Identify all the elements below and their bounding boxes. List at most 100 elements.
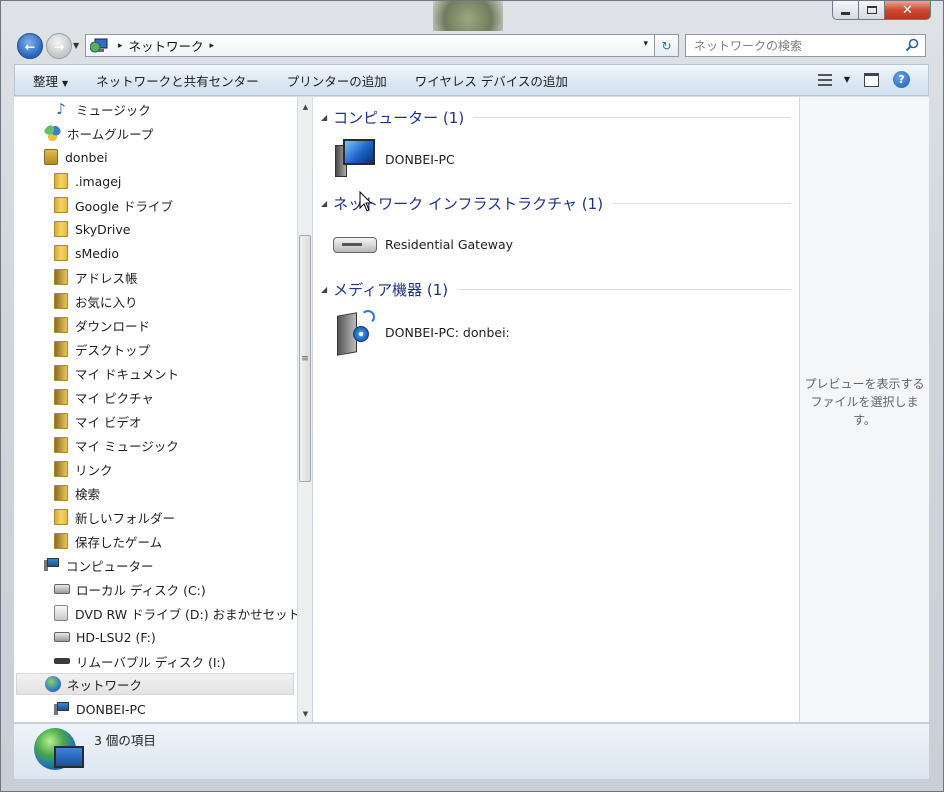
folder-icon <box>54 245 68 261</box>
nav-item-imagej[interactable]: .imagej <box>54 170 121 192</box>
preview-pane: プレビューを表示するファイルを選択します。 <box>799 97 929 722</box>
preview-pane-icon[interactable] <box>864 72 879 87</box>
breadcrumb-separator-end[interactable]: ▸ <box>210 41 215 51</box>
item-donbei-pc[interactable]: DONBEI-PC <box>333 139 455 179</box>
mouse-cursor-icon <box>359 191 373 212</box>
nav-item-label: 検索 <box>75 486 101 502</box>
videos-folder-icon <box>54 413 68 429</box>
monitor-icon <box>54 746 84 768</box>
nav-item-new-folder[interactable]: 新しいフォルダー <box>54 506 175 528</box>
address-bar[interactable]: ▸ ネットワーク ▸ ▾ <box>85 34 655 57</box>
nav-item-music[interactable]: ♪ ミュージック <box>54 98 151 120</box>
nav-item-label: DVD RW ドライブ (D:) おまかせセット <box>75 606 297 622</box>
nav-item-removable-disk-i[interactable]: リムーバブル ディスク (I:) <box>54 650 226 672</box>
nav-item-google-drive[interactable]: Google ドライブ <box>54 194 173 216</box>
nav-item-links[interactable]: リンク <box>54 458 113 480</box>
search-icon[interactable] <box>905 38 919 52</box>
explorer-window: ✕ ← → ▼ ▸ ネットワーク ▸ ▾ ↻ 整理▼ ネットワークと共有センター <box>0 0 944 792</box>
group-header-computer[interactable]: ◢ コンピューター (1) <box>321 106 791 128</box>
minimize-icon <box>841 11 850 15</box>
breadcrumb-separator[interactable]: ▸ <box>118 41 123 51</box>
group-header-media-devices[interactable]: ◢ メディア機器 (1) <box>321 278 791 300</box>
address-history-dropdown[interactable]: ▾ <box>643 39 648 49</box>
downloads-folder-icon <box>54 317 68 333</box>
nav-item-saved-games[interactable]: 保存したゲーム <box>54 530 162 552</box>
collapse-icon[interactable]: ◢ <box>321 113 327 122</box>
minimize-button[interactable] <box>832 1 859 20</box>
scroll-thumb[interactable]: ≡ <box>299 235 311 482</box>
collapse-icon[interactable]: ◢ <box>321 199 327 208</box>
computer-icon <box>44 558 60 572</box>
network-icon <box>89 38 108 54</box>
nav-item-dvd-drive-d[interactable]: DVD RW ドライブ (D:) おまかせセット <box>54 602 297 624</box>
nav-item-searches[interactable]: 検索 <box>54 482 100 504</box>
nav-item-label: sMedio <box>75 245 120 261</box>
group-divider <box>474 116 791 118</box>
maximize-button[interactable] <box>859 1 885 20</box>
scroll-down-button[interactable]: ▼ <box>298 706 313 721</box>
saved-games-folder-icon <box>54 533 68 549</box>
nav-item-label: donbei <box>65 149 108 165</box>
nav-item-donbei[interactable]: donbei <box>44 146 108 168</box>
add-printer-button[interactable]: プリンターの追加 <box>273 71 401 90</box>
nav-item-skydrive[interactable]: SkyDrive <box>54 218 130 240</box>
close-button[interactable]: ✕ <box>885 1 931 20</box>
desktop-folder-icon <box>54 341 68 357</box>
dvd-drive-icon <box>54 605 68 621</box>
item-donbei-pc-media[interactable]: DONBEI-PC: donbei: <box>333 308 510 356</box>
change-view-button[interactable]: ▼ <box>817 73 850 87</box>
folder-icon <box>54 173 68 189</box>
nav-item-my-music[interactable]: マイ ミュージック <box>54 434 179 456</box>
user-folder-icon <box>44 149 58 165</box>
nav-item-label: 保存したゲーム <box>75 534 163 550</box>
nav-item-network[interactable]: ネットワーク <box>16 673 294 695</box>
group-title: メディア機器 (1) <box>333 280 449 299</box>
nav-item-label: ダウンロード <box>75 318 151 334</box>
search-box[interactable] <box>685 34 926 57</box>
item-residential-gateway[interactable]: Residential Gateway <box>333 233 513 255</box>
add-wireless-device-button[interactable]: ワイヤレス デバイスの追加 <box>401 71 582 90</box>
navigation-scrollbar[interactable]: ▲ ≡ ▼ <box>297 97 312 722</box>
nav-item-desktop[interactable]: デスクトップ <box>54 338 150 360</box>
chevron-down-icon[interactable]: ▼ <box>844 75 850 84</box>
breadcrumb-network[interactable]: ネットワーク <box>129 36 204 55</box>
nav-item-hd-lsu2-f[interactable]: HD-LSU2 (F:) <box>54 626 156 648</box>
nav-item-smedio[interactable]: sMedio <box>54 242 119 264</box>
group-title: ネットワーク インフラストラクチャ (1) <box>333 194 604 213</box>
command-bar: 整理 ▼ ネットワークと共有センター プリンターの追加 ワイヤレス デバイスの追加… <box>14 64 929 96</box>
group-header-network-infrastructure[interactable]: ◢ ネットワーク インフラストラクチャ (1) <box>321 192 791 214</box>
refresh-button[interactable]: ↻ <box>655 34 679 57</box>
network-sharing-center-button[interactable]: ネットワークと共有センター <box>82 71 273 90</box>
nav-item-downloads[interactable]: ダウンロード <box>54 314 150 336</box>
nav-item-my-pictures[interactable]: マイ ピクチャ <box>54 386 154 408</box>
help-icon[interactable]: ? <box>893 71 910 88</box>
nav-item-my-videos[interactable]: マイ ビデオ <box>54 410 141 432</box>
forward-button[interactable]: → <box>46 33 72 59</box>
nav-item-contacts[interactable]: アドレス帳 <box>54 266 138 288</box>
network-icon <box>45 676 61 692</box>
nav-item-label: マイ ドキュメント <box>75 366 179 382</box>
nav-item-favorites[interactable]: お気に入り <box>54 290 138 312</box>
nav-item-local-disk-c[interactable]: ローカル ディスク (C:) <box>54 578 206 600</box>
close-icon: ✕ <box>902 2 913 18</box>
nav-item-computer[interactable]: コンピューター <box>44 554 154 576</box>
computer-icon <box>54 702 70 716</box>
search-input[interactable] <box>694 38 894 53</box>
content-pane: ◢ コンピューター (1) DONBEI-PC ◢ ネットワーク インフラストラ… <box>313 97 799 722</box>
back-button[interactable]: ← <box>17 33 43 59</box>
organize-menu[interactable]: 整理 ▼ <box>15 71 82 90</box>
nav-item-label: リムーバブル ディスク (I:) <box>76 654 226 670</box>
scroll-up-button[interactable]: ▲ <box>298 99 313 114</box>
group-divider <box>458 288 791 290</box>
nav-item-label: HD-LSU2 (F:) <box>76 629 156 645</box>
chevron-down-icon: ▼ <box>62 78 69 88</box>
nav-item-donbei-pc[interactable]: DONBEI-PC <box>54 698 146 720</box>
recent-pages-dropdown[interactable]: ▼ <box>73 41 79 50</box>
contacts-folder-icon <box>54 269 68 285</box>
collapse-icon[interactable]: ◢ <box>321 285 327 294</box>
maximize-icon <box>866 6 877 14</box>
documents-folder-icon <box>54 365 68 381</box>
nav-item-my-documents[interactable]: マイ ドキュメント <box>54 362 179 384</box>
item-count: 3 個の項目 <box>94 733 156 748</box>
nav-item-homegroup[interactable]: ホームグループ <box>44 122 153 144</box>
